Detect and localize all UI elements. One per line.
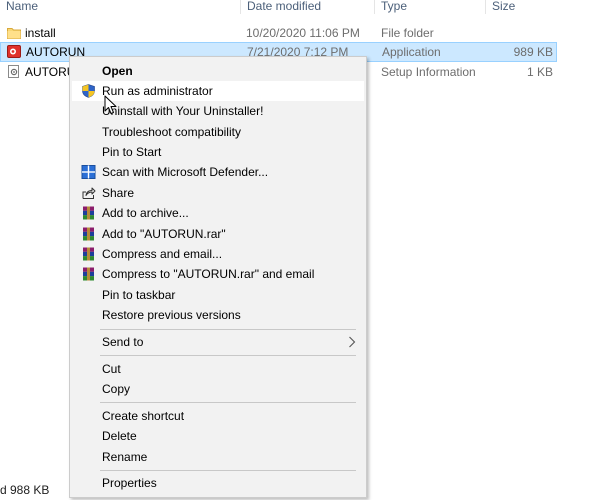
column-header-date-modified[interactable]: Date modified — [247, 0, 321, 14]
column-header-name[interactable]: Name — [6, 0, 38, 14]
menu-item-label: Pin to Start — [102, 145, 162, 159]
menu-item-compress-and-email[interactable]: Compress and email... — [72, 244, 364, 264]
menu-item-restore-previous-versions[interactable]: Restore previous versions — [72, 305, 364, 325]
menu-item-cut[interactable]: Cut — [72, 359, 364, 379]
chevron-right-icon — [349, 336, 356, 348]
file-type: Application — [382, 45, 441, 59]
uac-shield-icon — [82, 84, 95, 98]
file-type: File folder — [381, 26, 434, 40]
menu-separator — [100, 402, 356, 403]
menu-item-send-to[interactable]: Send to — [72, 332, 364, 352]
menu-item-pin-to-taskbar[interactable]: Pin to taskbar — [72, 285, 364, 305]
menu-item-add-to-autorun-rar[interactable]: Add to "AUTORUN.rar" — [72, 224, 364, 244]
menu-item-properties[interactable]: Properties — [72, 473, 364, 493]
column-divider[interactable] — [240, 0, 241, 14]
menu-item-troubleshoot-compatibility[interactable]: Troubleshoot compatibility — [72, 122, 364, 142]
menu-item-label: Add to "AUTORUN.rar" — [102, 227, 226, 241]
menu-item-compress-to-autorun-rar-and-email[interactable]: Compress to "AUTORUN.rar" and email — [72, 264, 364, 284]
menu-item-label: Troubleshoot compatibility — [102, 125, 241, 139]
menu-item-delete[interactable]: Delete — [72, 426, 364, 446]
menu-item-share[interactable]: Share — [72, 183, 364, 203]
menu-item-label: Scan with Microsoft Defender... — [102, 165, 269, 179]
menu-item-label: Rename — [102, 450, 148, 464]
folder-icon — [7, 28, 21, 39]
menu-item-open[interactable]: Open — [72, 61, 364, 81]
menu-item-create-shortcut[interactable]: Create shortcut — [72, 406, 364, 426]
winrar-icon — [83, 227, 94, 241]
menu-item-label: Properties — [102, 476, 157, 490]
menu-item-label: Share — [102, 186, 135, 200]
menu-separator — [100, 470, 356, 471]
file-row-install[interactable]: install 10/20/2020 11:06 PM File folder — [0, 23, 557, 43]
file-type: Setup Information — [381, 65, 476, 79]
share-icon — [82, 187, 96, 199]
menu-item-pin-to-start[interactable]: Pin to Start — [72, 142, 364, 162]
file-date: 10/20/2020 11:06 PM — [246, 26, 360, 40]
column-divider[interactable] — [485, 0, 486, 14]
mouse-cursor-icon — [104, 95, 117, 114]
menu-item-label: Compress to "AUTORUN.rar" and email — [102, 267, 315, 281]
menu-item-label: Send to — [102, 335, 144, 349]
menu-item-label: Compress and email... — [102, 247, 223, 261]
menu-item-label: Delete — [102, 429, 137, 443]
menu-item-scan-with-defender[interactable]: Scan with Microsoft Defender... — [72, 162, 364, 182]
file-size: 1 KB — [526, 65, 553, 79]
menu-item-label: Uninstall with Your Uninstaller! — [102, 104, 264, 118]
menu-separator — [100, 355, 356, 356]
defender-icon — [81, 165, 96, 179]
menu-item-label: Copy — [102, 382, 131, 396]
file-size: 989 KB — [513, 45, 553, 59]
context-menu: Open Run as administrator Uninstall with… — [69, 56, 367, 498]
winrar-icon — [83, 247, 94, 261]
menu-item-rename[interactable]: Rename — [72, 447, 364, 467]
setup-info-icon — [8, 65, 19, 78]
column-header-size[interactable]: Size — [492, 0, 515, 14]
menu-item-label: Run as administrator — [102, 84, 213, 98]
menu-item-label: Pin to taskbar — [102, 288, 176, 302]
menu-item-copy[interactable]: Copy — [72, 379, 364, 399]
menu-item-label: Open — [102, 64, 133, 78]
menu-separator — [100, 329, 356, 330]
column-divider[interactable] — [374, 0, 375, 14]
column-header-type[interactable]: Type — [381, 0, 407, 14]
winrar-icon — [83, 267, 94, 281]
menu-item-label: Cut — [102, 362, 121, 376]
application-icon — [7, 45, 21, 58]
menu-item-add-to-archive[interactable]: Add to archive... — [72, 203, 364, 223]
status-bar-selection-size: d 988 KB — [0, 483, 50, 497]
menu-item-label: Add to archive... — [102, 206, 189, 220]
menu-item-label: Restore previous versions — [102, 308, 241, 322]
menu-item-label: Create shortcut — [102, 409, 185, 423]
winrar-icon — [83, 206, 94, 220]
file-name: install — [25, 26, 56, 40]
